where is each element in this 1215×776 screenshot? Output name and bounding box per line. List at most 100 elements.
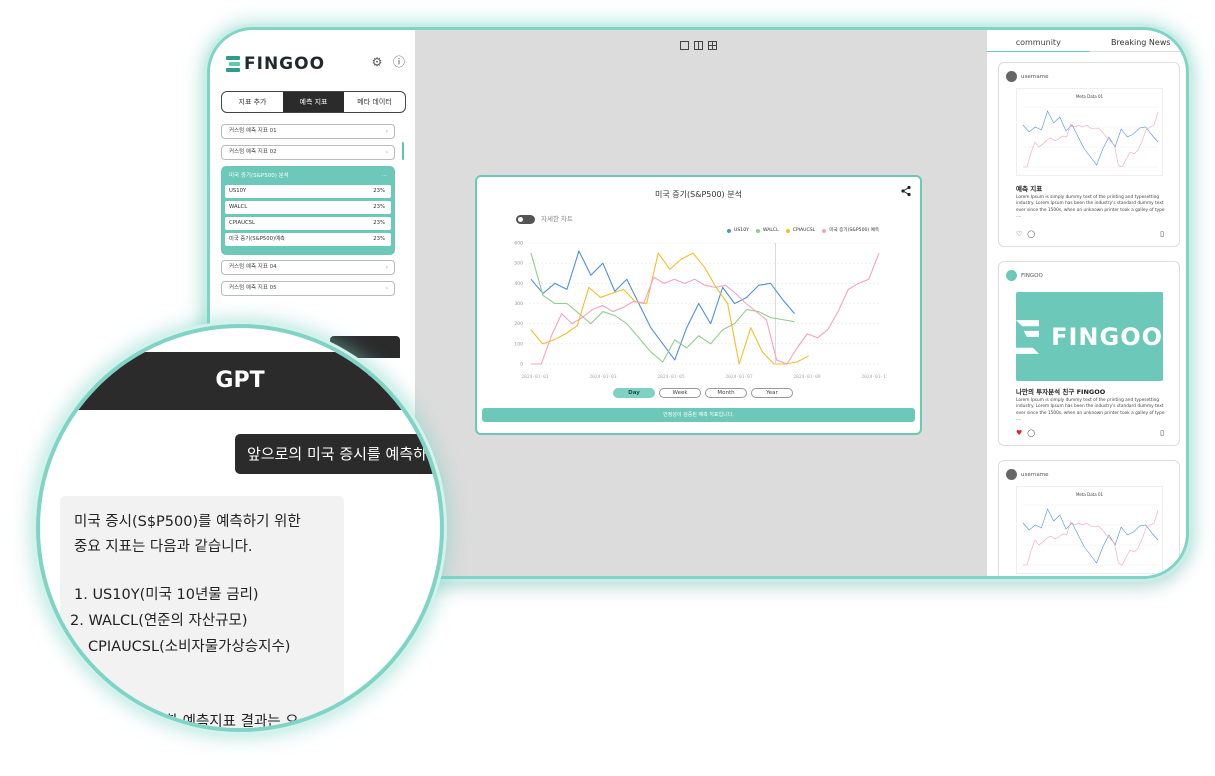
indicator-item[interactable]: 커스텀 예측 지표 05 ›: [221, 281, 395, 296]
comment-icon[interactable]: ◯: [1027, 429, 1035, 437]
y-tick-label: 400: [514, 281, 523, 287]
community-post[interactable]: FINGOO FINGOO 나만의 투자분석 친구 FINGOO Lorem I…: [998, 261, 1180, 446]
bookmark-icon[interactable]: ▯: [1160, 429, 1164, 437]
y-tick-label: 600: [514, 241, 523, 247]
group-item-cpiaucsl[interactable]: CPIAUCSL 23%: [225, 217, 391, 230]
scrollbar[interactable]: [402, 142, 404, 160]
reply-line: 미국 증시(S$P500)를 예측하기 위한: [74, 514, 301, 530]
indicator-label: 커스텀 예측 지표 05: [229, 285, 277, 291]
gpt-title: GPT: [215, 368, 265, 393]
group-title: 미국 증기(S&P500) 분석: [229, 173, 289, 179]
avatar: [1006, 71, 1017, 82]
legend-label: CPIAUCSL: [792, 228, 816, 233]
fingoo-logo-icon: [226, 56, 240, 72]
share-icon[interactable]: [900, 185, 912, 197]
chevron-right-icon: ›: [385, 285, 388, 292]
like-icon[interactable]: ♡: [1016, 230, 1022, 238]
chevron-right-icon: ›: [385, 264, 388, 271]
indicator-item[interactable]: 커스텀 예측 지표 04 ›: [221, 260, 395, 275]
period-selector: Day Week Month Year: [613, 388, 793, 398]
y-tick-label: 100: [514, 341, 523, 347]
x-tick-label: 2024-01-09: [793, 374, 820, 380]
group-item-label: 미국 증기(S&P500)예측: [229, 236, 285, 242]
indicator-item[interactable]: 커스텀 예측 지표 01 ›: [221, 124, 395, 139]
indicator-label: 커스텀 예측 지표 01: [229, 128, 277, 134]
detail-chart-toggle[interactable]: [516, 215, 535, 224]
period-day-button[interactable]: Day: [613, 388, 655, 398]
x-tick-label: 2024-01-11: [861, 374, 887, 380]
indicator-label: 커스텀 예측 지표 02: [229, 149, 277, 155]
indicator-item[interactable]: 커스텀 예측 지표 02 ›: [221, 145, 395, 160]
tab-breaking-news[interactable]: Breaking News: [1089, 36, 1186, 52]
legend-item: US10Y: [727, 228, 749, 234]
mini-series-line: [1023, 509, 1159, 566]
tab-add-indicator[interactable]: 지표 추가: [222, 92, 283, 112]
group-item-pct: 23%: [373, 188, 385, 194]
avatar: [1006, 469, 1017, 480]
sidebar-tabs: 지표 추가 예측 지표 메타 데이터: [221, 91, 406, 113]
series-line-walcl: [530, 252, 795, 363]
period-month-button[interactable]: Month: [705, 388, 747, 398]
tab-forecast-indicator[interactable]: 예측 지표: [283, 92, 344, 112]
user-message: 앞으로의 미국 증시를 예측하: [235, 434, 440, 474]
group-item-pct: 23%: [373, 236, 385, 242]
group-item-walcl[interactable]: WALCL 23%: [225, 201, 391, 214]
chevron-right-icon: ›: [385, 128, 388, 135]
toggle-label: 자세한 차트: [541, 215, 573, 223]
workspace: 미국 증기(S&P500) 분석 자세한 차트 US10Y WALCL CPIA…: [415, 30, 987, 576]
x-tick-label: 2024-01-05: [657, 374, 684, 380]
legend-label: WALCL: [762, 228, 779, 233]
reply-list-item: 1. US10Y(미국 10년물 금리): [74, 587, 259, 603]
group-item-pct: 23%: [373, 204, 385, 210]
legend-label: US10Y: [734, 228, 749, 233]
tab-community[interactable]: community: [987, 36, 1090, 52]
tab-metadata[interactable]: 메타 데이터: [344, 92, 405, 112]
legend-label: 미국 증기(S&P500) 예측: [829, 228, 880, 233]
x-tick-label: 2024-01-01: [521, 374, 548, 380]
liked-heart-icon[interactable]: ♥: [1016, 429, 1022, 437]
post-chart: Meta Data 01: [1016, 88, 1163, 176]
author-name: username: [1021, 73, 1049, 80]
post-title: 예측 지표: [1016, 185, 1043, 193]
period-year-button[interactable]: Year: [751, 388, 793, 398]
more-icon[interactable]: ···: [382, 171, 387, 181]
post-body: Lorem Ipsum is simply dummy text of the …: [1016, 195, 1165, 220]
indicator-list: 커스텀 예측 지표 01 › 커스텀 예측 지표 02 › 미국 증기(S&P5…: [221, 124, 395, 302]
post-chart-lines: [1022, 106, 1159, 168]
settings-icon[interactable]: ⚙: [371, 56, 383, 68]
info-icon[interactable]: ⓘ: [393, 56, 405, 68]
chart-card: 미국 증기(S&P500) 분석 자세한 차트 US10Y WALCL CPIA…: [475, 175, 922, 435]
brand-banner: FINGOO: [1016, 292, 1163, 381]
single-layout-icon[interactable]: [680, 41, 689, 50]
community-post[interactable]: username Meta Data 01: [998, 460, 1180, 576]
reply-line: 중요 지표는 다음과 같습니다.: [74, 539, 253, 555]
gpt-magnifier: GPT 앞으로의 미국 증시를 예측하 미국 증시(S$P500)를 예측하기 …: [36, 324, 444, 732]
line-chart: 0 100 200 300 400 500 600 2024-01-01 2024-01-03 2…: [514, 241, 887, 381]
group-item-us10y[interactable]: US10Y 23%: [225, 185, 391, 198]
bookmark-icon[interactable]: ▯: [1160, 230, 1164, 238]
mini-series-line: [1022, 508, 1159, 564]
logo: FINGOO: [226, 54, 325, 74]
reply-list-item: CPIAUCSL(소비자물가상승지수): [88, 639, 291, 655]
banner-text: FINGOO: [1051, 322, 1163, 351]
group-item-sp500-forecast[interactable]: 미국 증기(S&P500)예측 23%: [225, 233, 391, 246]
gpt-header-button[interactable]: [368, 366, 384, 376]
group-item-label: US10Y: [229, 188, 247, 194]
legend-item: CPIAUCSL: [785, 228, 816, 234]
author-name: FINGOO: [1021, 272, 1043, 279]
reply-line: 반영한 예측지표 결과는 오: [138, 714, 299, 730]
four-layout-icon[interactable]: [708, 41, 717, 50]
two-layout-icon[interactable]: [694, 41, 703, 50]
x-tick-label: 2024-01-07: [725, 374, 752, 380]
mini-series-line: [1022, 110, 1159, 166]
period-week-button[interactable]: Week: [659, 388, 701, 398]
group-item-label: CPIAUCSL: [229, 220, 255, 226]
validation-banner: 안정성이 검증된 예측 지표입니다.: [482, 408, 915, 422]
post-author: username: [1006, 469, 1049, 480]
comment-icon[interactable]: ◯: [1027, 230, 1035, 238]
post-title: 나만의 투자분석 친구 FINGOO: [1016, 388, 1106, 396]
legend-item: WALCL: [755, 228, 779, 234]
indicator-group-expanded[interactable]: 미국 증기(S&P500) 분석 ··· US10Y 23% WALCL 23%…: [221, 166, 395, 255]
legend-item: 미국 증기(S&P500) 예측: [822, 228, 879, 234]
community-post[interactable]: username Meta Data 01 예측 지표 Lorem Ipsum …: [998, 62, 1180, 247]
